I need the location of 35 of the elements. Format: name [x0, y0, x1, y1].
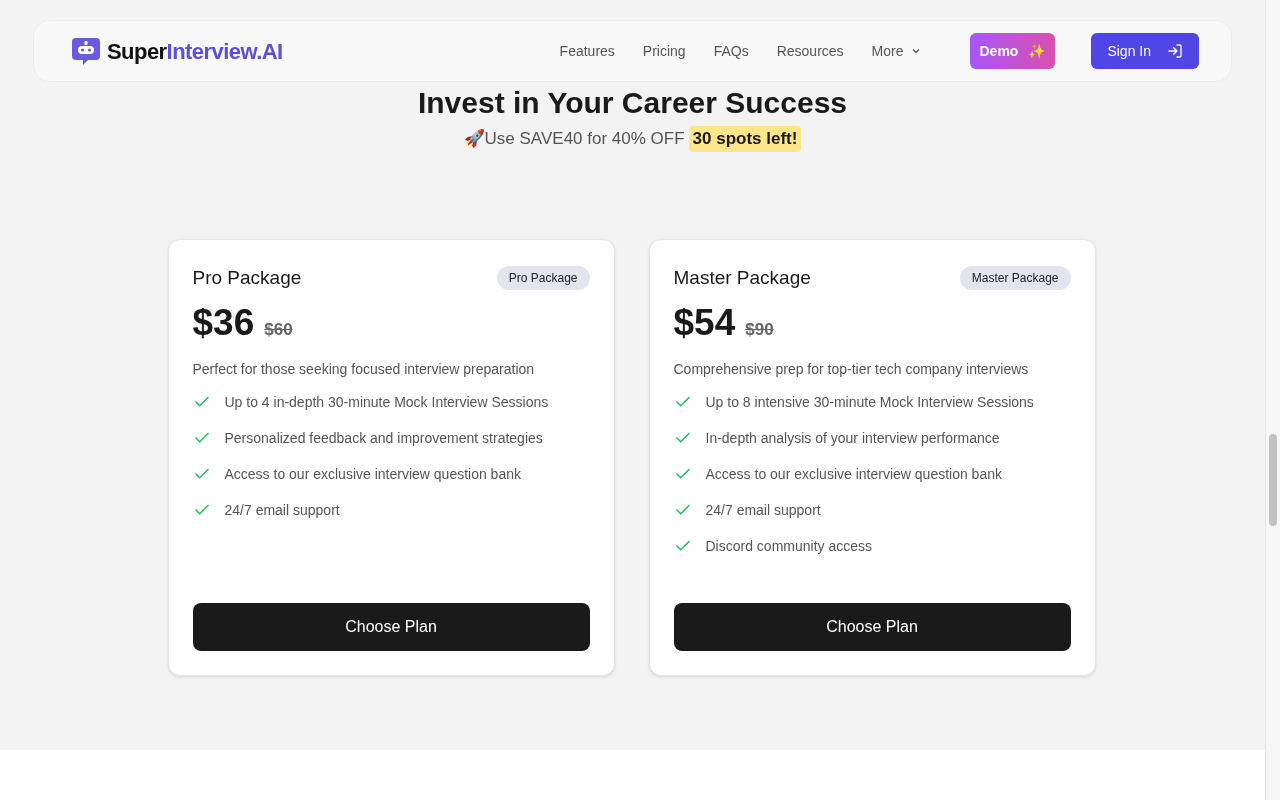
- feature-text: Access to our exclusive interview question bank: [705, 464, 1002, 484]
- nav-link[interactable]: FAQs: [713, 40, 749, 62]
- robot-chat-logo-icon: [71, 36, 101, 66]
- spots-left-highlight: 30 spots left!: [688, 126, 802, 152]
- plan-description: Perfect for those seeking focused interview preparation: [192, 359, 536, 379]
- feature-text: In-depth analysis of your interview performance: [705, 428, 1000, 448]
- promo-text: 🚀Use SAVE40 for 40% OFF: [463, 128, 685, 150]
- page-heading: Invest in Your Career Success: [417, 88, 848, 118]
- choose-plan-button[interactable]: Choose Plan: [673, 602, 1071, 651]
- plan-description: Comprehensive prep for top-tier tech company interviews: [673, 359, 1030, 379]
- plan-title: Pro Package: [192, 265, 302, 290]
- feature-text: Personalized feedback and improvement strategies: [224, 428, 543, 448]
- scrollbar-thumb[interactable]: [1269, 434, 1277, 526]
- feature-text: Discord community access: [705, 536, 872, 556]
- feature-text: 24/7 email support: [224, 500, 340, 520]
- nav-link[interactable]: Features: [559, 40, 615, 62]
- plan-price: $36: [192, 304, 255, 341]
- more-menu-button[interactable]: More: [871, 40, 922, 62]
- logo-text[interactable]: SuperInterview.AI: [107, 34, 283, 68]
- nav-link[interactable]: Pricing: [642, 40, 686, 62]
- feature-text: Up to 8 intensive 30-minute Mock Interview Sessions: [705, 392, 1034, 412]
- sign-in-button[interactable]: Sign In: [1091, 33, 1199, 69]
- old-price: $90: [745, 319, 774, 341]
- old-price: $60: [264, 319, 293, 341]
- feature-text: 24/7 email support: [705, 500, 821, 520]
- plan-price: $54: [673, 304, 736, 341]
- nav-link[interactable]: Resources: [776, 40, 844, 62]
- plan-title: Master Package: [673, 265, 811, 290]
- plan-badge: Master Package: [959, 265, 1071, 290]
- demo-button[interactable]: Demo ✨: [969, 33, 1056, 69]
- plan-badge: Pro Package: [496, 265, 590, 290]
- feature-text: Access to our exclusive interview question bank: [224, 464, 521, 484]
- login-arrow-icon: [1167, 43, 1183, 59]
- feature-text: Up to 4 in-depth 30-minute Mock Interview Sessions: [224, 392, 549, 412]
- choose-plan-button[interactable]: Choose Plan: [192, 602, 590, 651]
